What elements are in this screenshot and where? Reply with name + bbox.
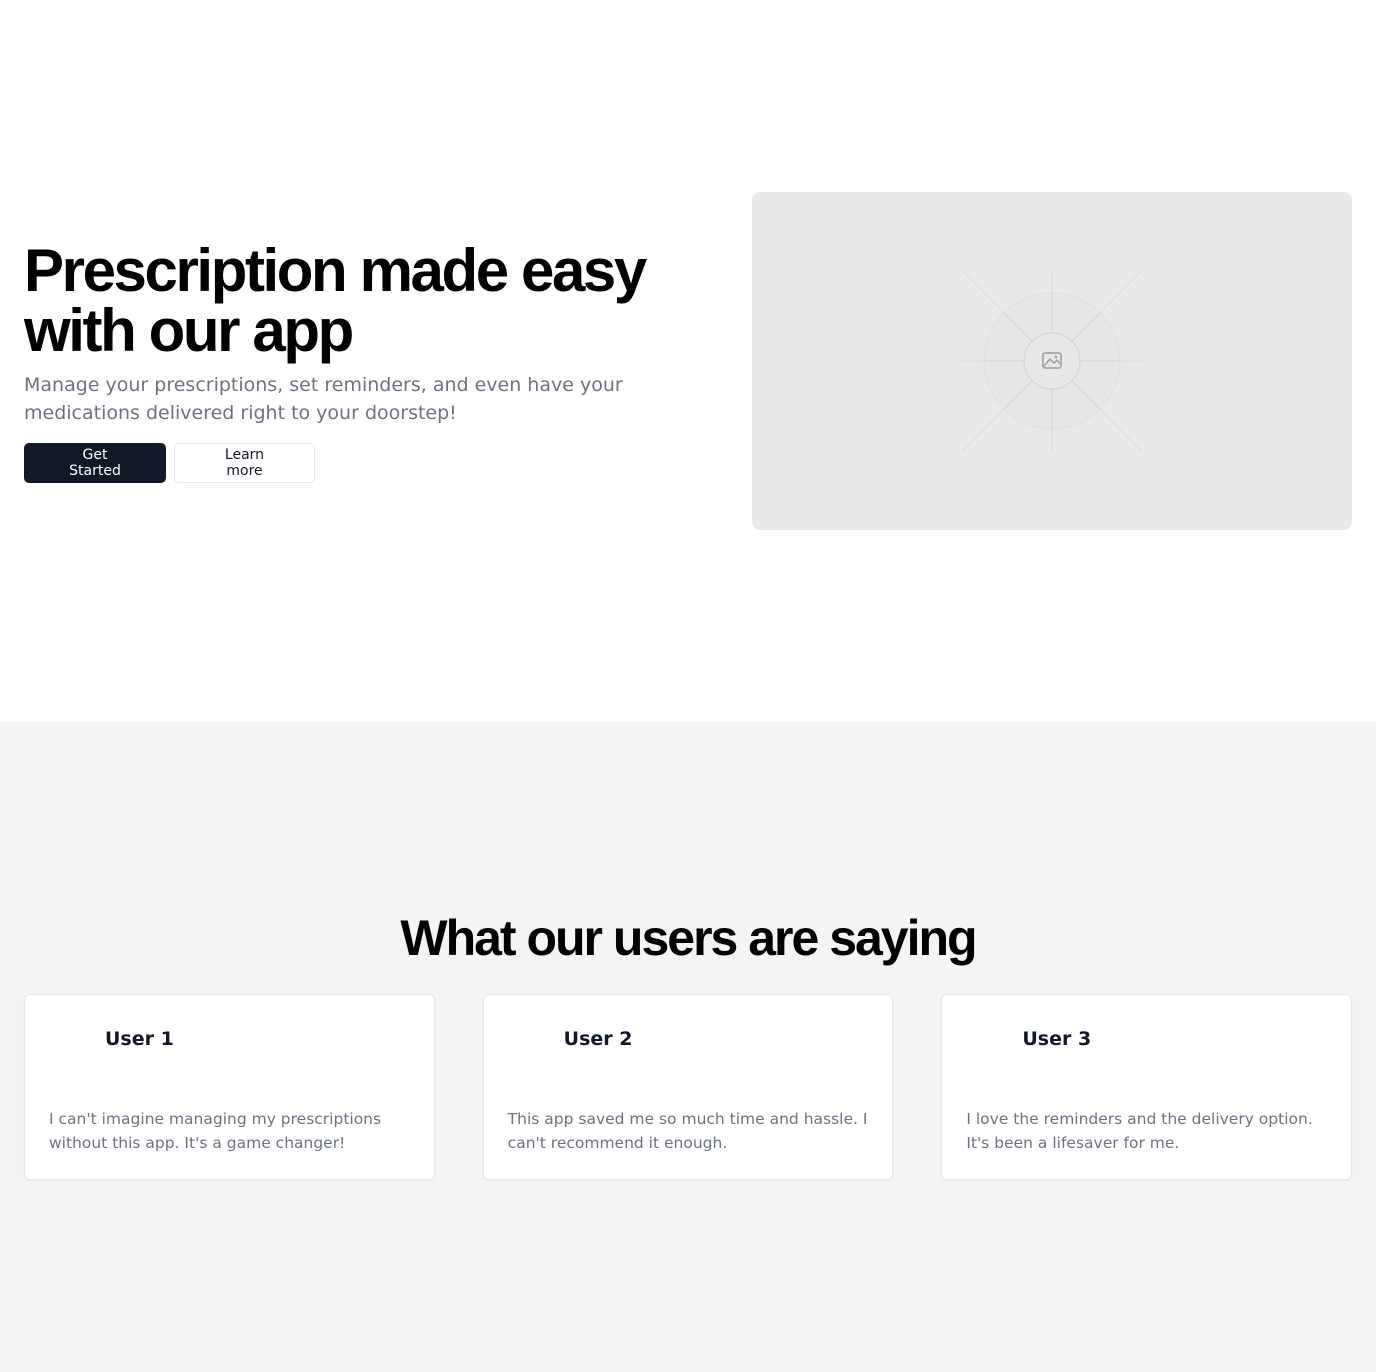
- hero-section: Prescription made easy with our app Mana…: [0, 0, 1376, 722]
- testimonials-section: What our users are saying User 1 I can't…: [0, 722, 1376, 1372]
- hero-title: Prescription made easy with our app: [24, 237, 647, 364]
- avatar: [508, 1019, 548, 1059]
- hero-image-placeholder: [752, 192, 1352, 530]
- hero-text: Prescription made easy with our app Mana…: [24, 241, 704, 483]
- image-placeholder-icon: [961, 269, 1143, 453]
- get-started-button[interactable]: Get Started: [24, 443, 166, 483]
- learn-more-button[interactable]: Learn more: [174, 443, 315, 483]
- testimonial-quote: I love the reminders and the delivery op…: [966, 1110, 1313, 1152]
- testimonial-quote: This app saved me so much time and hassl…: [507, 1110, 868, 1152]
- avatar: [49, 1019, 89, 1059]
- testimonials-title: What our users are saying: [400, 910, 977, 966]
- testimonial-card: User 3 I love the reminders and the deli…: [941, 994, 1353, 1180]
- testimonial-card: User 2 This app saved me so much time an…: [482, 994, 894, 1180]
- testimonial-user-name: User 3: [1022, 1028, 1092, 1050]
- testimonial-quote: I can't imagine managing my prescription…: [49, 1110, 382, 1152]
- hero-subtitle: Manage your prescriptions, set reminders…: [24, 374, 623, 424]
- testimonial-card: User 1 I can't imagine managing my presc…: [24, 994, 435, 1180]
- testimonial-user-name: User 1: [105, 1028, 174, 1050]
- hero-actions: Get Started Learn more: [24, 443, 704, 483]
- testimonial-cards: User 1 I can't imagine managing my presc…: [24, 994, 1353, 1180]
- testimonial-user-name: User 2: [563, 1028, 633, 1050]
- avatar: [966, 1019, 1006, 1059]
